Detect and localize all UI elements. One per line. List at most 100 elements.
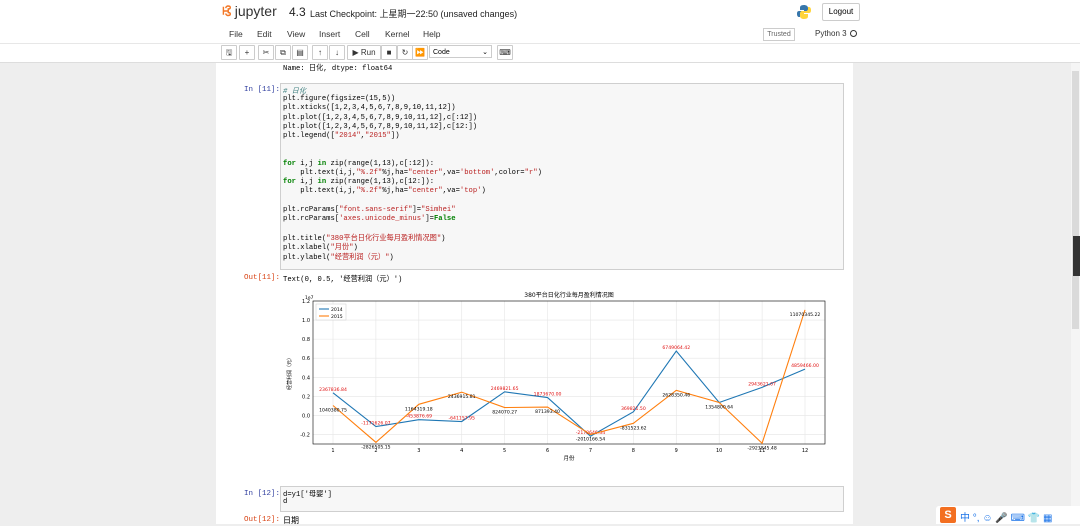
previous-output: Name: 日化, dtype: float64 [283, 65, 393, 73]
move-up-icon[interactable]: ↑ [312, 45, 328, 60]
code-line: plt.ylabel("经营利润（元）") [283, 253, 394, 262]
x-axis-label: 月份 [563, 454, 575, 462]
data-label: -2010166.54 [576, 437, 605, 443]
cell12-output-prompt: Out[12]: [244, 516, 281, 524]
y-tick-label: -0.2 [300, 432, 310, 438]
data-label: -453876.69 [406, 414, 433, 420]
code-cell-12-line-2: d [283, 498, 288, 506]
menu-cell[interactable]: Cell [355, 29, 370, 39]
add-cell-icon[interactable]: + [239, 45, 255, 60]
data-label: 871393.40 [535, 409, 560, 415]
logout-button[interactable]: Logout [822, 3, 860, 21]
scrollbar-thumb[interactable] [1072, 71, 1079, 329]
menu-view[interactable]: View [287, 29, 305, 39]
cell11-input-prompt: In [11]: [244, 86, 281, 94]
data-label: 1040380.75 [319, 407, 347, 413]
header-bar: ꕙ jupyter 4.3 Last Checkpoint: 上星期一22:50 … [0, 0, 1080, 25]
code-line: plt.legend(["2014","2015"]) [283, 132, 400, 140]
ime-toolbar[interactable]: S 中 °, ☺ 🎤 ⌨ 👕 ▦ [936, 506, 1080, 524]
y-tick-label: 0.2 [302, 394, 310, 400]
menu-insert[interactable]: Insert [319, 29, 340, 39]
data-label: 1873670.00 [534, 392, 562, 398]
kernel-status-icon [850, 30, 857, 37]
x-tick-label: 3 [417, 448, 420, 454]
code-cell-12[interactable] [280, 486, 844, 512]
run-button[interactable]: ▶ Run [347, 45, 381, 60]
stop-icon[interactable]: ■ [381, 45, 397, 60]
data-label: 2628350.46 [662, 392, 690, 398]
python-logo-icon [797, 5, 811, 19]
restart-run-icon[interactable]: ⏩ [412, 45, 428, 60]
code-line: plt.rcParams["font.sans-serif"]="Simhei" [283, 205, 456, 214]
menu-help[interactable]: Help [423, 29, 440, 39]
data-label: 2943621.07 [748, 381, 776, 387]
side-widget-tab[interactable] [1073, 236, 1080, 276]
paste-icon[interactable]: ▤ [292, 45, 308, 60]
data-label: -831523.62 [620, 425, 647, 431]
data-label: -2826505.15 [361, 444, 390, 450]
notebook-name[interactable]: 4.3 [289, 5, 306, 19]
code-line: for i,j in zip(range(1,13),c[12:]): [283, 178, 435, 186]
x-tick-label: 8 [632, 448, 635, 454]
menu-bar: File Edit View Insert Cell Kernel Help [0, 25, 1080, 44]
app-name: jupyter [234, 3, 277, 19]
checkpoint-status: Last Checkpoint: 上星期一22:50 (unsaved chan… [310, 9, 518, 19]
x-tick-label: 6 [546, 448, 549, 454]
chevron-down-icon: ⌄ [482, 49, 488, 56]
data-label: 824070.27 [492, 410, 517, 416]
data-label: 2367836.84 [319, 387, 347, 393]
y-tick-label: 0.0 [302, 413, 310, 419]
run-label: Run [360, 48, 376, 57]
x-tick-label: 10 [716, 448, 722, 454]
data-label: 1164319.18 [405, 406, 433, 412]
data-label: -1171626.07 [361, 421, 390, 427]
y-tick-label: 0.6 [302, 356, 310, 362]
code-line: plt.text(i,j,"%.2f"%j,ha="center",va='to… [283, 187, 486, 196]
data-label: 2436915.81 [448, 394, 476, 400]
menu-kernel[interactable]: Kernel [385, 29, 410, 39]
x-tick-label: 5 [503, 448, 506, 454]
code-line: plt.plot([1,2,3,4,5,6,7,8,9,10,11,12],c[… [283, 122, 478, 131]
x-tick-label: 1 [331, 448, 334, 454]
data-label: 6749064.42 [662, 345, 690, 351]
trusted-badge[interactable]: Trusted [763, 28, 795, 41]
legend-label: 2014 [331, 307, 343, 313]
code-cell-12-line-1: d=y1['母婴'] [283, 491, 332, 499]
data-label: 369821.50 [621, 406, 646, 412]
keyboard-icon[interactable]: ⌨ [497, 45, 513, 60]
code-line: plt.plot([1,2,3,4,5,6,7,8,9,10,11,12],c[… [283, 113, 478, 122]
y-tick-label: 0.4 [302, 375, 310, 381]
chart-title: 380平台日化行业每月盈利情况图 [524, 291, 613, 299]
code-line: plt.text(i,j,"%.2f"%j,ha="center",va='bo… [283, 168, 542, 177]
cell-type-value: Code [433, 49, 450, 56]
data-label: -2923845.48 [747, 445, 776, 451]
copy-icon[interactable]: ⧉ [275, 45, 291, 60]
scrollbar[interactable] [1071, 63, 1080, 524]
menu-edit[interactable]: Edit [257, 29, 272, 39]
data-label: 1354800.64 [705, 404, 733, 410]
data-label: -641157.95 [448, 416, 475, 422]
menu-file[interactable]: File [229, 29, 243, 39]
ime-logo-icon: S [940, 507, 956, 523]
cell11-output-prompt: Out[11]: [244, 274, 281, 282]
code-line: plt.figure(figsize=(15,5)) [283, 95, 396, 104]
y-tick-label: 1.0 [302, 318, 310, 324]
cut-icon[interactable]: ✂ [258, 45, 274, 60]
legend-label: 2015 [331, 314, 343, 320]
data-label: 11070345.22 [790, 312, 821, 318]
cell11-output-text: Text(0, 0.5, '经营利润（元）') [283, 276, 403, 284]
cell12-output-text: 日期 [283, 517, 299, 526]
code-line: plt.xticks([1,2,3,4,5,6,7,8,9,10,11,12]) [283, 104, 456, 113]
kernel-name: Python 3 [815, 29, 847, 38]
ime-mode-icon[interactable]: 中 °, ☺ 🎤 ⌨ 👕 ▦ [960, 509, 1052, 524]
jupyter-logo[interactable]: ꕙ jupyter [222, 3, 277, 20]
y-tick-label: 0.8 [302, 337, 310, 343]
code-line: for i,j in zip(range(1,13),c[:12]): [283, 159, 435, 168]
profit-line-chart: 380平台日化行业每月盈利情况图-0.20.00.20.40.60.81.01.… [285, 288, 835, 466]
data-label: -2178646.34 [576, 430, 605, 436]
cell-type-select[interactable]: Code ⌄ [429, 45, 492, 58]
move-down-icon[interactable]: ↓ [329, 45, 345, 60]
save-icon[interactable]: 🖫 [221, 45, 237, 60]
restart-icon[interactable]: ↻ [397, 45, 413, 60]
data-label: 2469821.65 [491, 386, 519, 392]
